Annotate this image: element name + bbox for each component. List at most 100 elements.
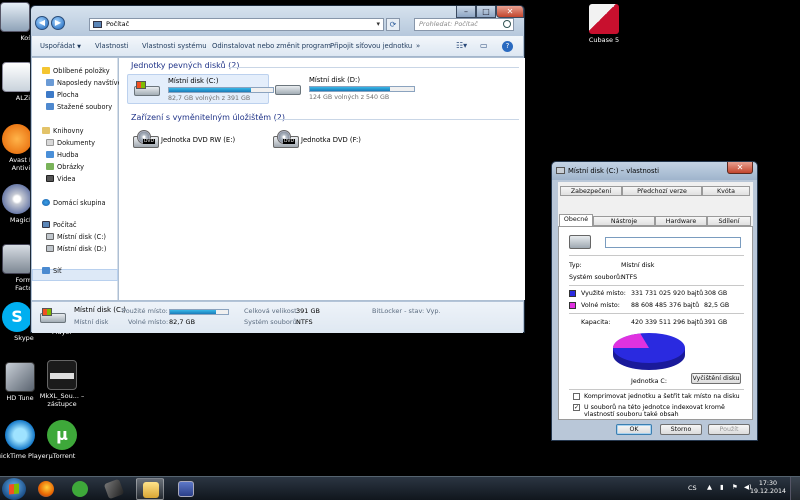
nav-pictures[interactable]: Obrázky (46, 162, 84, 172)
map-network-drive-button[interactable]: Připojit síťovou jednotku (330, 36, 412, 57)
taskbar-app[interactable] (100, 478, 128, 500)
system-properties-button[interactable]: Vlastnosti systému (142, 36, 207, 57)
details-drive-type: Místní disk (74, 318, 109, 326)
tab-hardware[interactable]: Hardware (655, 216, 707, 226)
tray-flag-icon[interactable]: ⚑ (732, 483, 738, 491)
computer-icon (42, 221, 50, 228)
tab-tools[interactable]: Nástroje (593, 216, 655, 226)
group-header-removable[interactable]: Zařízení s vyměnitelným úložištěm (2) (131, 113, 285, 122)
forward-button[interactable]: ▶ (51, 16, 65, 30)
dvd-drive-icon[interactable]: DVD (273, 130, 299, 150)
taskbar-app[interactable] (172, 478, 200, 500)
app-icon (103, 478, 125, 500)
preview-pane-icon[interactable]: ▭ (480, 41, 488, 52)
chevron-down-icon: ▼ (77, 44, 81, 50)
help-icon[interactable]: ? (502, 41, 513, 52)
drive-tile-c[interactable]: Místní disk (C:) 82,7 GB volných z 391 G… (127, 74, 274, 104)
used-space-gb: 308 GB (704, 290, 728, 297)
nav-documents[interactable]: Dokumenty (46, 138, 95, 148)
star-icon (42, 67, 50, 74)
nav-downloads[interactable]: Stažené soubory (46, 102, 112, 112)
tab-sharing[interactable]: Sdílení (707, 216, 751, 226)
cancel-button[interactable]: Storno (660, 424, 702, 435)
show-desktop-button[interactable] (790, 477, 800, 500)
dvd-drive-e[interactable]: Jednotka DVD RW (E:) (161, 136, 235, 144)
index-label: U souborů na této jednotce indexovat kro… (584, 404, 725, 418)
tab-quota[interactable]: Kvóta (702, 186, 750, 196)
index-checkbox[interactable]: ✓ (573, 404, 580, 411)
clock[interactable]: 17:30 19.12.2014 (750, 480, 786, 496)
nav-recent[interactable]: Naposledy navštívené (46, 78, 130, 88)
desktop-icon-utorrent[interactable]: µ µTorrent (33, 420, 91, 460)
back-button[interactable]: ◀ (35, 16, 49, 30)
dvd-drive-f[interactable]: Jednotka DVD (F:) (301, 136, 361, 144)
properties-title: Místní disk (C:) – vlastnosti (568, 167, 660, 175)
uninstall-program-button[interactable]: Odinstalovat nebo změnit program (212, 36, 331, 57)
free-space-gb: 82,5 GB (704, 302, 730, 309)
maximize-button[interactable]: □ (476, 6, 496, 18)
desktop-icon-mkxl[interactable]: MkXL_Sou... – zástupce (33, 360, 91, 408)
magiciso-icon (2, 184, 32, 214)
organize-menu[interactable]: Uspořádat ▼ (40, 36, 81, 57)
organize-label: Uspořádat (40, 42, 76, 50)
nav-videos[interactable]: Videa (46, 174, 75, 184)
taskbar-explorer[interactable] (136, 478, 164, 500)
nav-disk-d[interactable]: Místní disk (D:) (46, 244, 106, 254)
properties-titlebar[interactable]: Místní disk (C:) – vlastnosti ✕ (552, 162, 757, 180)
desktop-icon-label: MkXL_Sou... – zástupce (39, 392, 85, 408)
details-free-value: 82,7 GB (169, 318, 196, 326)
firefox-icon (38, 481, 54, 497)
navigation-pane: Oblíbené položky Naposledy navštívené Pl… (32, 58, 130, 300)
nav-favorites[interactable]: Oblíbené položky (42, 66, 110, 76)
ok-button[interactable]: OK (616, 424, 652, 435)
start-button[interactable] (2, 478, 26, 500)
minimize-button[interactable]: – (456, 6, 476, 18)
nav-computer[interactable]: Počítač (42, 220, 76, 230)
desktop-icon-cubase[interactable]: Cubase 5 (575, 4, 633, 44)
nav-disk-c[interactable]: Místní disk (C:) (46, 232, 106, 242)
fs-label: Systém souborů: (569, 274, 623, 281)
group-header-hard-disks[interactable]: Jednotky pevných disků (2) (131, 61, 239, 70)
properties-button[interactable]: Vlastnosti (95, 36, 128, 57)
capacity-label: Kapacita: (581, 319, 611, 326)
chevron-down-icon[interactable]: ▾ (376, 19, 380, 30)
format-factory-icon (2, 244, 32, 274)
disk-cleanup-button[interactable]: Vyčištění disku (691, 373, 741, 384)
drive-tile-d[interactable]: Místní disk (D:) 124 GB volných z 540 GB (269, 74, 439, 104)
search-input[interactable]: Prohledat: Počítač (414, 18, 514, 31)
music-icon (46, 151, 54, 158)
drive-free-space: 124 GB volných z 540 GB (309, 94, 390, 101)
nav-network[interactable]: Síť (42, 266, 62, 276)
address-bar[interactable]: Počítač ▾ (89, 18, 384, 31)
address-path: Počítač (106, 20, 130, 28)
tab-general[interactable]: Obecné (559, 214, 593, 226)
language-indicator[interactable]: CS (688, 484, 697, 492)
folder-icon (143, 482, 159, 498)
tray-expand-icon[interactable]: ▲ (707, 483, 712, 491)
tray-network-icon[interactable]: ▮ (720, 483, 724, 491)
close-button[interactable]: ✕ (727, 162, 753, 174)
dvd-drive-icon[interactable]: DVD (133, 130, 159, 150)
explorer-window[interactable]: ◀ ▶ Počítač ▾ ⟳ Prohledat: Počítač – □ ✕… (30, 5, 525, 333)
content-pane: Jednotky pevných disků (2) Místní disk (… (119, 58, 525, 300)
nav-desktop[interactable]: Plocha (46, 90, 79, 100)
tab-security[interactable]: Zabezpečení (560, 186, 622, 196)
capacity-gb: 391 GB (704, 319, 728, 326)
nav-libraries[interactable]: Knihovny (42, 126, 84, 136)
apply-button[interactable]: Použít (708, 424, 750, 435)
more-commands-button[interactable]: » (416, 36, 420, 57)
refresh-button[interactable]: ⟳ (386, 18, 400, 31)
volume-label-input[interactable] (605, 237, 741, 248)
taskbar-firefox[interactable] (32, 478, 60, 500)
nav-music[interactable]: Hudba (46, 150, 79, 160)
drive-free-space: 82,7 GB volných z 391 GB (168, 95, 251, 102)
taskbar-utorrent[interactable] (66, 478, 94, 500)
close-button[interactable]: ✕ (496, 6, 524, 18)
explorer-titlebar[interactable]: ◀ ▶ Počítač ▾ ⟳ Prohledat: Počítač – □ ✕ (31, 6, 524, 36)
view-options-icon[interactable]: ☷▾ (456, 41, 467, 52)
properties-dialog[interactable]: Místní disk (C:) – vlastnosti ✕ Zabezpeč… (551, 161, 758, 441)
nav-homegroup[interactable]: Domácí skupina (42, 198, 106, 208)
details-fs-label: Systém souborů: (244, 318, 299, 326)
compress-checkbox[interactable] (573, 393, 580, 400)
tab-previous-versions[interactable]: Předchozí verze (622, 186, 702, 196)
